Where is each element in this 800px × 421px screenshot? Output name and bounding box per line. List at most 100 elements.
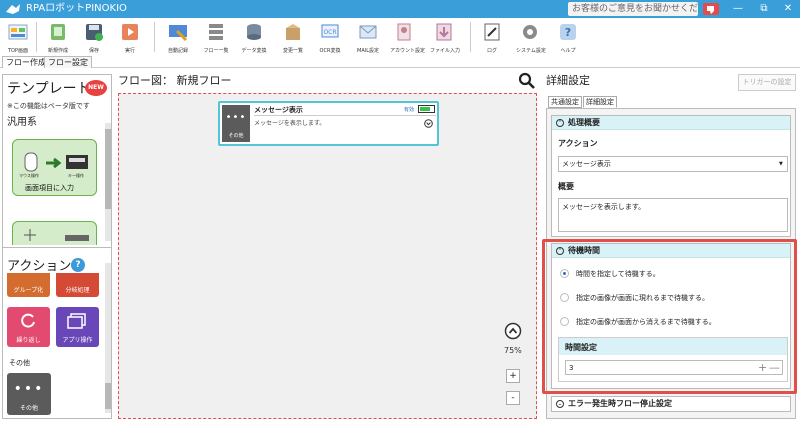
save-label: 保存	[88, 48, 99, 54]
run-button[interactable]: 実行	[116, 22, 144, 55]
system-settings-label: システム設定	[516, 48, 546, 54]
node-toggle[interactable]	[418, 105, 435, 113]
toolbar-separator	[36, 22, 37, 52]
mail-settings-label: MAIL設定	[357, 48, 379, 54]
action-card-app-op[interactable]: アプリ操作	[56, 307, 99, 347]
log-icon	[484, 23, 500, 41]
tab-flow-settings[interactable]: フロー設定	[44, 56, 92, 68]
action-card-other[interactable]: ••• その他	[7, 373, 51, 415]
zoom-in-button[interactable]: +	[506, 369, 520, 383]
action-card-group[interactable]: グループ化	[7, 273, 50, 297]
search-icon[interactable]	[518, 72, 536, 90]
more-dots-icon: •••	[13, 381, 45, 397]
toolbar: TOP画面 新規作成 保存 実行 自動記録 フロー一覧 データ変換 変更一覧 O…	[0, 18, 800, 56]
summary-label: 概要	[558, 182, 574, 191]
tab-common-settings[interactable]: 共通設定	[548, 96, 582, 108]
run-play-icon	[122, 24, 138, 40]
template-card-input-screen[interactable]: マウス操作 キー操作 画面項目に入力	[12, 139, 97, 196]
mouse-icon	[24, 152, 38, 172]
action-card-repeat[interactable]: 繰り返し	[7, 307, 50, 347]
change-list-label: 変更一覧	[282, 48, 303, 54]
action-scrollbar[interactable]	[105, 263, 111, 413]
title-bar: RPAロボットPINOKIO お客様のご意見をお聞かせください — ⧉ ✕	[0, 0, 800, 18]
file-import-icon	[436, 23, 452, 41]
section-header[interactable]: ⌄ エラー発生時フロー停止設定	[552, 397, 790, 411]
record-icon	[169, 25, 188, 42]
thumbs-down-icon[interactable]	[701, 1, 721, 17]
trigger-settings-button[interactable]: トリガーの設定	[738, 74, 796, 91]
template-scrollbar-thumb[interactable]	[105, 129, 111, 209]
top-screen-button[interactable]: TOP画面	[4, 22, 32, 55]
flow-list-button[interactable]: フロー一覧	[202, 22, 230, 55]
help-icon: ?	[560, 24, 576, 40]
log-label: ログ	[486, 48, 497, 54]
summary-textarea[interactable]: メッセージを表示します。	[558, 198, 788, 232]
file-input-button[interactable]: ファイル入力	[430, 22, 461, 55]
log-button[interactable]: ログ	[478, 22, 506, 55]
main-tab-bar: フロー作成 フロー設定	[0, 56, 800, 68]
repeat-icon	[21, 313, 35, 328]
restore-icon[interactable]: ⧉	[754, 1, 774, 17]
new-button[interactable]: 新規作成	[44, 22, 72, 55]
auto-record-button[interactable]: 自動記録	[164, 22, 192, 55]
action-heading: アクション	[7, 259, 72, 274]
action-help-icon[interactable]: ?	[71, 258, 85, 272]
ocr-button[interactable]: OCR OCR変換	[316, 22, 344, 55]
close-icon[interactable]: ✕	[778, 1, 798, 17]
account-settings-label: アカウント設定	[390, 48, 426, 54]
node-icon-label: その他	[228, 133, 244, 139]
action-card-label: 分岐処理	[65, 287, 90, 294]
app-window-icon	[67, 313, 86, 329]
keyboard-icon	[66, 155, 88, 169]
section-title: エラー発生時フロー停止設定	[568, 399, 672, 408]
scroll-up-icon[interactable]	[504, 322, 522, 340]
node-title: メッセージ表示	[254, 106, 303, 114]
data-convert-label: データ変換	[241, 48, 267, 54]
toolbar-separator	[154, 22, 155, 52]
flow-node-message[interactable]: ••• その他 メッセージ表示 有効 メッセージを表示します。	[218, 101, 439, 146]
action-card-label: アプリ操作	[62, 337, 93, 344]
system-settings-button[interactable]: システム設定	[516, 22, 546, 55]
chevron-down-icon[interactable]	[424, 119, 433, 128]
help-label: ヘルプ	[560, 48, 576, 54]
zoom-out-button[interactable]: -	[506, 391, 520, 405]
tab-flow-create[interactable]: フロー作成	[2, 56, 50, 68]
template-scrollbar[interactable]	[105, 123, 111, 241]
feedback-link[interactable]: お客様のご意見をお聞かせください	[568, 2, 698, 16]
minimize-icon[interactable]: —	[728, 1, 748, 17]
category-other: その他	[9, 359, 30, 367]
beta-note: ※この機能はベータ版です	[7, 102, 90, 110]
help-button[interactable]: ? ヘルプ	[554, 22, 582, 55]
new-badge: NEW	[85, 80, 107, 96]
sparkle-icon	[24, 229, 36, 241]
gear-icon	[523, 25, 537, 39]
home-grid-icon	[8, 24, 28, 40]
template-card-partial[interactable]	[12, 221, 97, 245]
svg-text:?: ?	[565, 26, 571, 39]
action-select[interactable]: メッセージ表示 ▼	[558, 156, 788, 172]
action-select-value: メッセージ表示	[562, 160, 611, 168]
action-scrollbar-thumb[interactable]	[105, 383, 111, 409]
section-header[interactable]: ⌃ 処理概要	[552, 116, 790, 130]
account-settings-button[interactable]: アカウント設定	[390, 22, 426, 55]
node-icon-box: ••• その他	[222, 105, 250, 142]
data-convert-button[interactable]: データ変換	[240, 22, 268, 55]
detail-title: 詳細設定	[546, 74, 590, 87]
action-card-branch[interactable]: 分岐処理	[56, 273, 99, 297]
file-input-label: ファイル入力	[430, 48, 461, 54]
ocr-label: OCR変換	[319, 48, 341, 54]
svg-text:OCR: OCR	[323, 29, 336, 36]
left-panel: テンプレート NEW ※この機能はベータ版です 汎用系 マウス操作 キー操作 画…	[2, 74, 112, 419]
tab-detail-settings[interactable]: 詳細設定	[583, 96, 617, 108]
mail-icon	[359, 25, 377, 39]
section-title: 処理概要	[568, 118, 600, 127]
save-button[interactable]: 保存	[80, 22, 108, 55]
action-card-label: 繰り返し	[16, 337, 41, 344]
panel-divider	[3, 247, 111, 248]
change-list-button[interactable]: 変更一覧	[279, 22, 307, 55]
run-label: 実行	[124, 48, 135, 54]
key-op-label: キー操作	[68, 173, 84, 178]
account-icon	[397, 23, 411, 41]
section-error-stop: ⌄ エラー発生時フロー停止設定	[551, 396, 791, 412]
mail-settings-button[interactable]: MAIL設定	[354, 22, 382, 55]
